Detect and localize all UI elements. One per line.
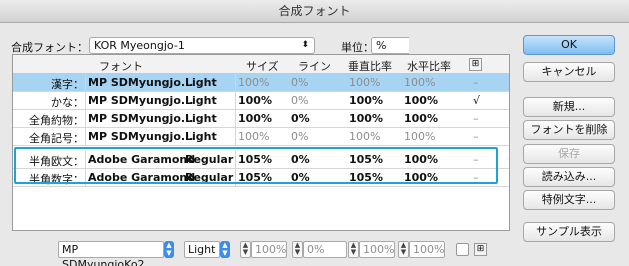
bottom-font-select[interactable]: MP SDMyungjoKo2: [58, 241, 164, 266]
row-size: 100%: [238, 94, 272, 107]
column-divider: [85, 92, 86, 109]
line-stepper-icon[interactable]: ▲ ▼: [292, 241, 303, 258]
row-style: Light: [185, 94, 217, 107]
row-size: 100%: [238, 112, 272, 125]
row-font: MP SDMyungjo...: [88, 94, 194, 107]
bottom-hscale-value: 100%: [413, 243, 445, 256]
row-hscale: 100%: [404, 76, 436, 89]
row-line: 0%: [291, 76, 309, 89]
cancel-button[interactable]: キャンセル: [523, 62, 615, 82]
row-vscale: 100%: [349, 94, 383, 107]
column-divider: [85, 128, 86, 145]
table-row[interactable]: 漢字： MP SDMyungjo... Light 100% 0% 100% 1…: [13, 74, 509, 92]
composite-font-select[interactable]: KOR Myeongjo-1 ⬍: [89, 37, 315, 54]
vscale-stepper-icon[interactable]: ▲ ▼: [348, 241, 359, 258]
row-style: Light: [185, 76, 217, 89]
row-label: 漢字：: [51, 78, 84, 91]
ok-button[interactable]: OK: [523, 35, 615, 55]
updown-arrow-icon: ⬍: [301, 40, 309, 50]
apply-checkbox[interactable]: [456, 243, 469, 256]
row-font: MP SDMyungjo...: [88, 112, 194, 125]
window-title: 合成フォント: [0, 0, 629, 23]
row-label: 全角約物：: [29, 114, 84, 127]
column-divider: [235, 128, 236, 145]
show-sample-button[interactable]: サンプル表示: [523, 222, 615, 242]
bottom-style-select[interactable]: Light: [184, 241, 220, 258]
size-stepper-icon[interactable]: ▲ ▼: [240, 241, 251, 258]
composite-font-value: KOR Myeongjo-1: [94, 39, 185, 52]
hscale-stepper-icon[interactable]: ▲ ▼: [398, 241, 409, 258]
row-hscale: 100%: [404, 112, 438, 125]
bottom-vscale-value: 100%: [363, 243, 395, 256]
bottom-style-value: Light: [188, 243, 216, 256]
load-button[interactable]: 読み込み...: [523, 167, 615, 187]
special-characters-button[interactable]: 特例文字...: [523, 190, 615, 210]
column-divider: [235, 92, 236, 109]
row-size: 100%: [238, 76, 270, 89]
bottom-line-field[interactable]: 0%: [303, 241, 347, 258]
column-header-size: サイズ: [246, 60, 279, 73]
table-options-icon[interactable]: ⊞: [469, 58, 482, 71]
save-button[interactable]: 保存: [523, 144, 615, 164]
column-divider: [85, 74, 86, 91]
row-line: 0%: [291, 94, 309, 107]
column-header-vertical-scale: 垂直比率: [348, 60, 392, 73]
new-button[interactable]: 新規...: [523, 97, 615, 117]
row-mark: –: [473, 76, 479, 89]
unit-label: 単位：: [341, 41, 374, 54]
row-size: 100%: [238, 130, 270, 143]
column-header-line: ライン: [298, 60, 331, 73]
style-select-arrow-icon[interactable]: ▲ ▼: [220, 241, 230, 258]
table-header: フォント サイズ ライン 垂直比率 水平比率 ⊞: [13, 55, 509, 74]
highlight-frame: [14, 147, 498, 184]
row-hscale: 100%: [404, 130, 436, 143]
column-divider: [85, 110, 86, 127]
row-vscale: 100%: [349, 130, 381, 143]
composite-font-label: 合成フォント：: [11, 41, 88, 54]
row-mark: –: [473, 112, 479, 125]
bottom-size-value: 100%: [255, 243, 287, 256]
delete-font-button[interactable]: フォントを削除: [523, 120, 615, 140]
row-label: かな：: [51, 96, 84, 109]
grid-options-icon[interactable]: ⊞: [474, 243, 487, 256]
row-line: 0%: [291, 130, 309, 143]
font-select-arrow-icon[interactable]: ▲ ▼: [164, 241, 174, 258]
column-header-horizontal-scale: 水平比率: [407, 60, 451, 73]
table-row[interactable]: かな： MP SDMyungjo... Light 100% 0% 100% 1…: [13, 92, 509, 110]
table-row[interactable]: 全角約物： MP SDMyungjo... Light 100% 0% 100%…: [13, 110, 509, 128]
row-label: 全角記号：: [29, 132, 84, 145]
row-line: 0%: [291, 112, 310, 125]
column-divider: [235, 110, 236, 127]
table-row[interactable]: 全角記号： MP SDMyungjo... Light 100% 0% 100%…: [13, 128, 509, 146]
row-mark: √: [473, 94, 481, 107]
row-mark: –: [473, 130, 479, 143]
column-header-font: フォント: [99, 60, 143, 73]
bottom-line-value: 0%: [307, 243, 325, 256]
bottom-vscale-field[interactable]: 100%: [359, 241, 395, 258]
bottom-font-value: MP SDMyungjoKo2: [62, 243, 145, 266]
bottom-size-field[interactable]: 100%: [251, 241, 287, 258]
row-vscale: 100%: [349, 76, 381, 89]
unit-value: %: [376, 39, 387, 52]
row-style: Light: [185, 130, 217, 143]
row-hscale: 100%: [404, 94, 438, 107]
unit-select[interactable]: %: [371, 37, 409, 54]
row-font: MP SDMyungjo...: [88, 130, 194, 143]
font-component-table: フォント サイズ ライン 垂直比率 水平比率 ⊞ 漢字： MP SDMyungj…: [12, 54, 510, 231]
bottom-hscale-field[interactable]: 100%: [409, 241, 445, 258]
row-font: MP SDMyungjo...: [88, 76, 194, 89]
row-style: Light: [185, 112, 217, 125]
column-divider: [235, 74, 236, 91]
row-vscale: 100%: [349, 112, 383, 125]
